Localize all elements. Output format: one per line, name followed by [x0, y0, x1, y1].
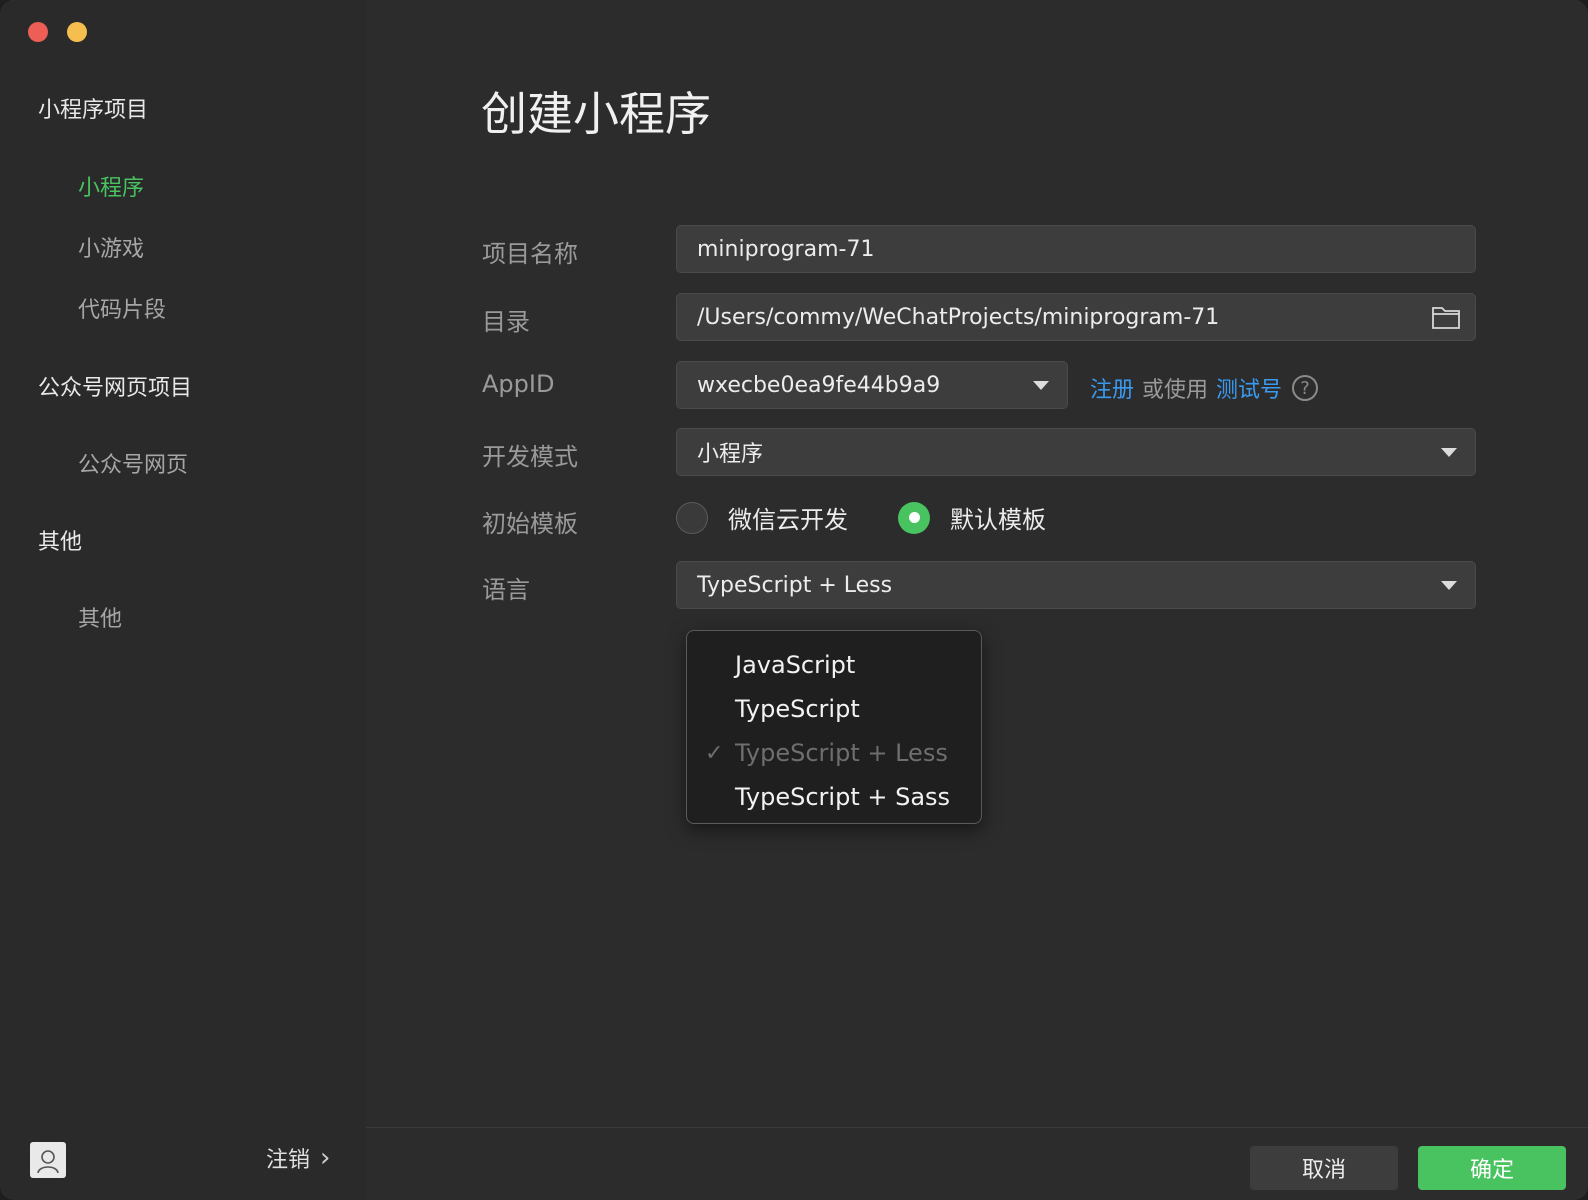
- sidebar-section-miniprogram-projects: 小程序项目: [38, 98, 149, 123]
- menu-item-label: TypeScript + Sass: [735, 783, 951, 811]
- language-value: TypeScript + Less: [697, 572, 893, 598]
- directory-input[interactable]: /Users/commy/WeChatProjects/miniprogram-…: [676, 293, 1476, 341]
- dev-mode-label: 开发模式: [482, 443, 578, 471]
- template-radio-default[interactable]: [898, 501, 930, 534]
- chevron-right-icon: ›: [320, 1143, 331, 1173]
- or-use-text: 或使用: [1142, 378, 1209, 403]
- sidebar-item-miniprogram[interactable]: 小程序: [78, 170, 144, 202]
- sidebar-item-minigame[interactable]: 小游戏: [78, 231, 144, 263]
- close-window-button[interactable]: [28, 22, 48, 42]
- sidebar-item-code-snippet[interactable]: 代码片段: [78, 292, 166, 324]
- directory-value: /Users/commy/WeChatProjects/miniprogram-…: [697, 304, 1220, 330]
- project-name-input[interactable]: miniprogram-71: [676, 225, 1476, 273]
- menu-item-typescript-sass[interactable]: TypeScript + Sass: [687, 775, 981, 819]
- directory-label: 目录: [482, 308, 530, 336]
- user-avatar-icon: [37, 1150, 59, 1174]
- dev-mode-select[interactable]: 小程序: [676, 428, 1476, 476]
- sidebar: 小程序项目 小程序 小游戏 代码片段 公众号网页项目 公众号网页 其他 其他 注…: [0, 0, 366, 1200]
- folder-icon[interactable]: [1431, 304, 1461, 330]
- template-radio-group: 微信云开发 默认模板: [676, 500, 1046, 535]
- minimize-window-button[interactable]: [67, 22, 87, 42]
- template-label: 初始模板: [482, 510, 578, 538]
- test-account-link[interactable]: 测试号: [1216, 372, 1282, 404]
- page-title: 创建小程序: [481, 87, 711, 141]
- cancel-button[interactable]: 取消: [1250, 1146, 1398, 1190]
- sidebar-section-other: 其他: [38, 530, 83, 555]
- project-name-label: 项目名称: [482, 240, 578, 268]
- chevron-down-icon: [1441, 447, 1457, 457]
- menu-item-label: TypeScript + Less: [735, 739, 948, 767]
- template-radio-cloud[interactable]: [676, 501, 708, 534]
- sidebar-item-other[interactable]: 其他: [78, 601, 122, 633]
- language-select[interactable]: TypeScript + Less: [676, 561, 1476, 609]
- menu-item-label: JavaScript: [735, 651, 856, 679]
- appid-label: AppID: [482, 370, 555, 398]
- sidebar-section-official-account-projects: 公众号网页项目: [38, 376, 193, 401]
- main-panel: 创建小程序 项目名称 miniprogram-71 目录 /Users/comm…: [366, 0, 1588, 1200]
- create-project-window: 小程序项目 小程序 小游戏 代码片段 公众号网页项目 公众号网页 其他 其他 注…: [0, 0, 1588, 1200]
- register-link[interactable]: 注册: [1090, 372, 1134, 404]
- language-label: 语言: [482, 576, 530, 604]
- menu-item-typescript-less[interactable]: ✓ TypeScript + Less: [687, 731, 981, 775]
- appid-value: wxecbe0ea9fe44b9a9: [697, 372, 941, 398]
- window-controls-overlay: [28, 22, 87, 42]
- template-option-default-label[interactable]: 默认模板: [950, 500, 1046, 535]
- appid-extra-links: 注册 或使用 测试号 ?: [1090, 372, 1319, 404]
- sidebar-item-official-account-webpage[interactable]: 公众号网页: [78, 447, 188, 479]
- chevron-down-icon: [1441, 580, 1457, 590]
- menu-item-typescript[interactable]: TypeScript: [687, 687, 981, 731]
- menu-item-label: TypeScript: [735, 695, 860, 723]
- help-icon[interactable]: ?: [1292, 375, 1319, 401]
- checkmark-icon: ✓: [705, 740, 724, 766]
- appid-select[interactable]: wxecbe0ea9fe44b9a9: [676, 361, 1068, 409]
- project-name-value: miniprogram-71: [697, 236, 875, 262]
- template-option-cloud-label[interactable]: 微信云开发: [728, 500, 848, 535]
- menu-item-javascript[interactable]: JavaScript: [687, 643, 981, 687]
- logout-button[interactable]: 注销 ›: [266, 1142, 330, 1174]
- logout-label: 注销: [266, 1148, 311, 1173]
- avatar[interactable]: [30, 1142, 66, 1178]
- confirm-button[interactable]: 确定: [1418, 1146, 1566, 1190]
- footer-divider: [366, 1127, 1588, 1128]
- chevron-down-icon: [1033, 380, 1049, 390]
- dev-mode-value: 小程序: [697, 442, 764, 467]
- language-dropdown-menu: JavaScript TypeScript ✓ TypeScript + Les…: [686, 630, 982, 824]
